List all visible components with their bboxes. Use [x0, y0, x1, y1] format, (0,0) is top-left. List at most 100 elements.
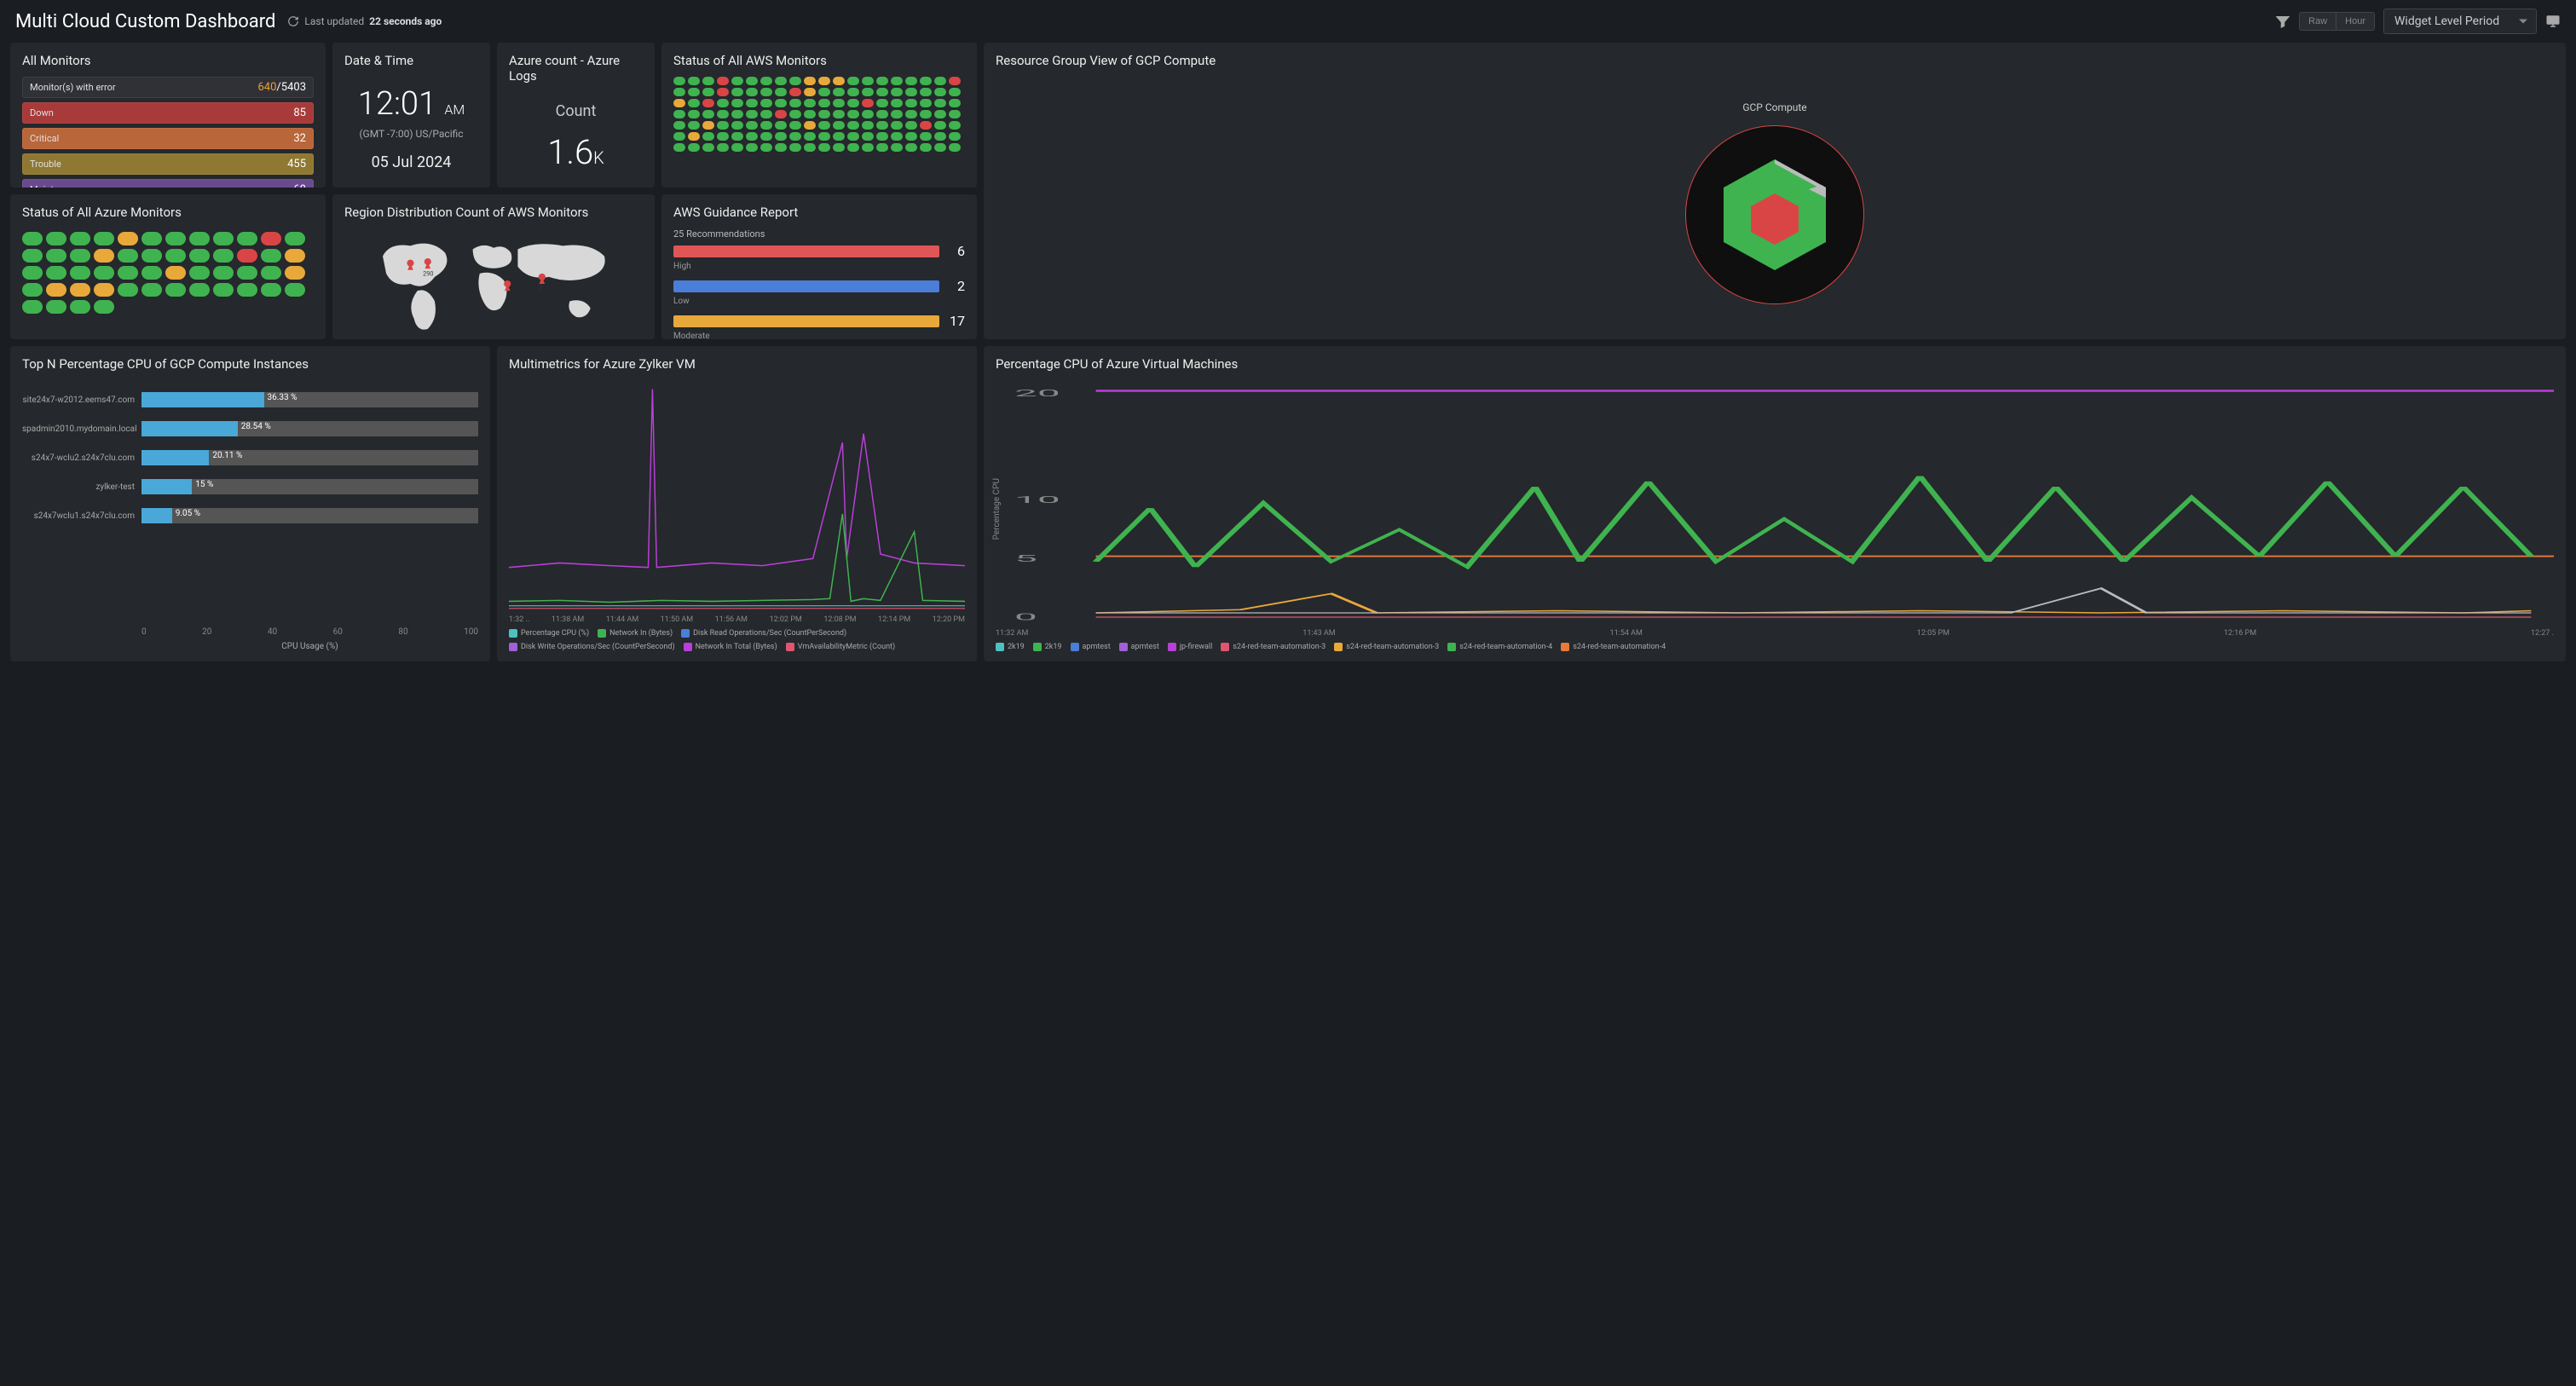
- status-dot[interactable]: [934, 88, 946, 96]
- bar-row[interactable]: zylker-test15 %: [22, 479, 478, 494]
- status-dot[interactable]: [949, 88, 961, 96]
- status-dot[interactable]: [862, 110, 874, 118]
- status-dot[interactable]: [702, 132, 714, 141]
- status-dot[interactable]: [760, 99, 772, 107]
- status-dot[interactable]: [949, 132, 961, 141]
- legend-item[interactable]: s24-red-team-automation-3: [1334, 643, 1439, 651]
- status-dot[interactable]: [833, 132, 845, 141]
- row-critical[interactable]: Critical 32: [22, 128, 314, 149]
- status-dot[interactable]: [673, 143, 685, 152]
- status-dot[interactable]: [891, 88, 903, 96]
- status-dot[interactable]: [285, 232, 305, 245]
- status-dot[interactable]: [876, 143, 888, 152]
- status-dot[interactable]: [876, 77, 888, 85]
- legend-item[interactable]: Network In (Bytes): [598, 629, 673, 638]
- status-dot[interactable]: [717, 143, 729, 152]
- status-dot[interactable]: [237, 232, 257, 245]
- status-dot[interactable]: [891, 77, 903, 85]
- status-dot[interactable]: [905, 99, 917, 107]
- status-dot[interactable]: [731, 143, 743, 152]
- status-dot[interactable]: [818, 99, 830, 107]
- status-dot[interactable]: [746, 110, 758, 118]
- status-dot[interactable]: [760, 110, 772, 118]
- status-dot[interactable]: [862, 99, 874, 107]
- status-dot[interactable]: [717, 110, 729, 118]
- status-dot[interactable]: [673, 99, 685, 107]
- status-dot[interactable]: [862, 88, 874, 96]
- status-dot[interactable]: [702, 88, 714, 96]
- status-dot[interactable]: [70, 249, 90, 263]
- status-dot[interactable]: [189, 283, 210, 297]
- legend-item[interactable]: s24-red-team-automation-4: [1561, 643, 1666, 651]
- status-dot[interactable]: [833, 121, 845, 130]
- status-dot[interactable]: [22, 232, 43, 245]
- status-dot[interactable]: [760, 143, 772, 152]
- widget-azure-count[interactable]: Azure count - Azure Logs Count 1.6K: [497, 43, 655, 188]
- status-dot[interactable]: [731, 77, 743, 85]
- status-dot[interactable]: [688, 99, 700, 107]
- status-dot[interactable]: [237, 283, 257, 297]
- status-dot[interactable]: [804, 121, 816, 130]
- status-dot[interactable]: [213, 283, 234, 297]
- status-dot[interactable]: [789, 121, 801, 130]
- status-dot[interactable]: [847, 143, 859, 152]
- status-dot[interactable]: [746, 99, 758, 107]
- status-dot[interactable]: [731, 88, 743, 96]
- status-dot[interactable]: [118, 266, 138, 280]
- status-dot[interactable]: [717, 132, 729, 141]
- legend-item[interactable]: 2k19: [996, 643, 1025, 651]
- status-dot[interactable]: [731, 132, 743, 141]
- status-dot[interactable]: [285, 249, 305, 263]
- status-dot[interactable]: [22, 249, 43, 263]
- status-dot[interactable]: [920, 110, 932, 118]
- status-dot[interactable]: [673, 132, 685, 141]
- status-dot[interactable]: [702, 110, 714, 118]
- rec-low[interactable]: 2 Low: [673, 278, 965, 306]
- row-trouble[interactable]: Trouble 455: [22, 153, 314, 175]
- rec-moderate[interactable]: 17 Moderate: [673, 313, 965, 339]
- status-dot[interactable]: [94, 283, 114, 297]
- status-dot[interactable]: [934, 121, 946, 130]
- status-dot[interactable]: [760, 121, 772, 130]
- status-dot[interactable]: [760, 77, 772, 85]
- status-dot[interactable]: [142, 266, 162, 280]
- status-dot[interactable]: [731, 110, 743, 118]
- status-dot[interactable]: [804, 110, 816, 118]
- status-dot[interactable]: [876, 99, 888, 107]
- status-dot[interactable]: [949, 143, 961, 152]
- status-dot[interactable]: [876, 132, 888, 141]
- status-dot[interactable]: [285, 283, 305, 297]
- status-dot[interactable]: [804, 143, 816, 152]
- status-dot[interactable]: [818, 88, 830, 96]
- status-dot[interactable]: [688, 77, 700, 85]
- status-dot[interactable]: [804, 132, 816, 141]
- status-dot[interactable]: [94, 300, 114, 314]
- row-maintenance[interactable]: Maintenance 68: [22, 179, 314, 188]
- status-dot[interactable]: [673, 77, 685, 85]
- status-dot[interactable]: [673, 121, 685, 130]
- status-dot[interactable]: [905, 77, 917, 85]
- status-dot[interactable]: [702, 99, 714, 107]
- status-dot[interactable]: [673, 110, 685, 118]
- status-dot[interactable]: [46, 283, 66, 297]
- status-dot[interactable]: [818, 121, 830, 130]
- status-dot[interactable]: [213, 249, 234, 263]
- status-dot[interactable]: [891, 143, 903, 152]
- status-dot[interactable]: [775, 121, 787, 130]
- filter-icon[interactable]: [2275, 14, 2290, 29]
- status-dot[interactable]: [165, 249, 186, 263]
- status-dot[interactable]: [731, 121, 743, 130]
- status-dot[interactable]: [237, 266, 257, 280]
- bar-row[interactable]: s24x7wclu1.s24x7clu.com9.05 %: [22, 508, 478, 523]
- status-dot[interactable]: [920, 121, 932, 130]
- status-dot[interactable]: [688, 88, 700, 96]
- status-dot[interactable]: [905, 132, 917, 141]
- status-dot[interactable]: [118, 232, 138, 245]
- status-dot[interactable]: [673, 88, 685, 96]
- status-dot[interactable]: [746, 132, 758, 141]
- status-dot[interactable]: [165, 266, 186, 280]
- status-dot[interactable]: [213, 266, 234, 280]
- status-dot[interactable]: [862, 132, 874, 141]
- status-dot[interactable]: [949, 99, 961, 107]
- status-dot[interactable]: [876, 110, 888, 118]
